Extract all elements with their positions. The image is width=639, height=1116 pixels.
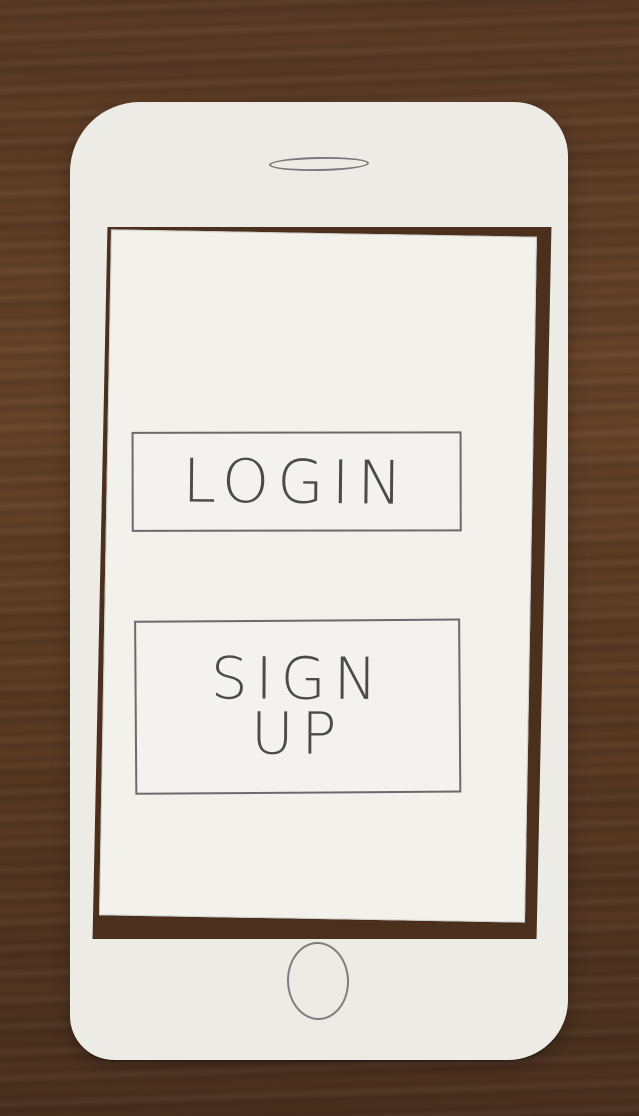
login-button[interactable]: LOGIN [131, 431, 462, 532]
login-button-label: LOGIN [182, 446, 411, 519]
sign-up-button-label: SIGN UP [210, 644, 386, 768]
screen-paper: LOGIN SIGN UP [99, 229, 537, 923]
speaker-slot [268, 156, 370, 172]
sign-up-button[interactable]: SIGN UP [134, 618, 462, 795]
paper-phone-prototype: LOGIN SIGN UP [70, 102, 568, 1060]
home-button[interactable] [285, 940, 351, 1022]
